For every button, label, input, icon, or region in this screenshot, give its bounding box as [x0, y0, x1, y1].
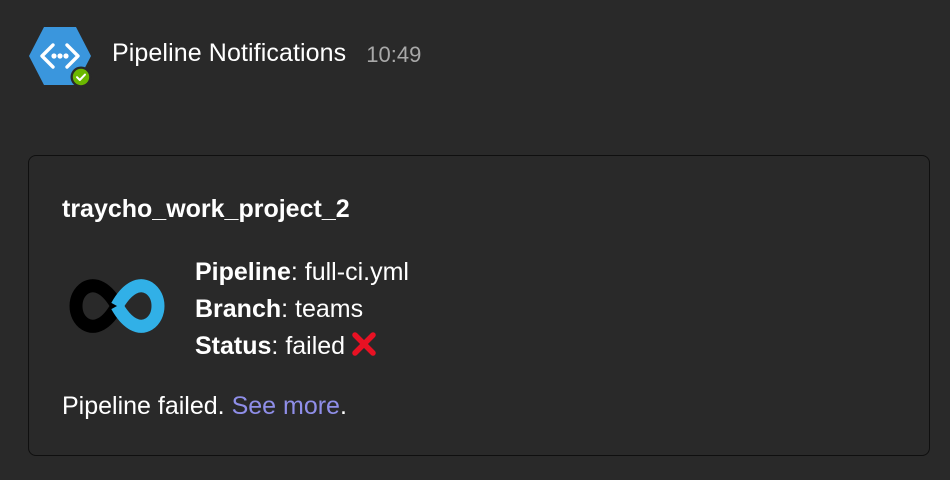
fact-set: Pipeline: full-ci.yml Branch: teams Stat…: [195, 254, 409, 365]
fact-key: Branch: [195, 295, 282, 323]
fact-separator: :: [290, 258, 305, 286]
infinity-loop-logo-icon: [69, 279, 165, 333]
fact-value: teams: [295, 295, 364, 323]
fact-separator: :: [271, 332, 286, 360]
fact-key: Status: [195, 332, 272, 360]
card-summary: Pipeline failed. See more.: [62, 391, 347, 421]
adaptive-card: traycho_work_project_2 Pipeline: full-ci…: [28, 155, 930, 456]
card-title: traycho_work_project_2: [62, 195, 350, 223]
summary-text: Pipeline failed.: [62, 392, 232, 420]
avatar[interactable]: [28, 24, 92, 88]
fact-key: Pipeline: [195, 258, 291, 286]
red-cross-mark-icon: [352, 332, 376, 356]
summary-period: .: [339, 392, 347, 420]
see-more-link[interactable]: See more: [232, 392, 340, 420]
fact-pipeline: Pipeline: full-ci.yml: [195, 254, 409, 291]
fact-value: failed: [285, 332, 346, 360]
fact-status: Status: failed: [195, 328, 409, 365]
fact-branch: Branch: teams: [195, 291, 409, 328]
message-header: Pipeline Notifications 10:49: [28, 24, 421, 88]
fact-separator: :: [281, 295, 296, 323]
presence-available-icon: [70, 66, 92, 88]
fact-value: full-ci.yml: [304, 258, 409, 286]
message-timestamp: 10:49: [366, 42, 422, 67]
sender-name[interactable]: Pipeline Notifications: [112, 38, 346, 68]
